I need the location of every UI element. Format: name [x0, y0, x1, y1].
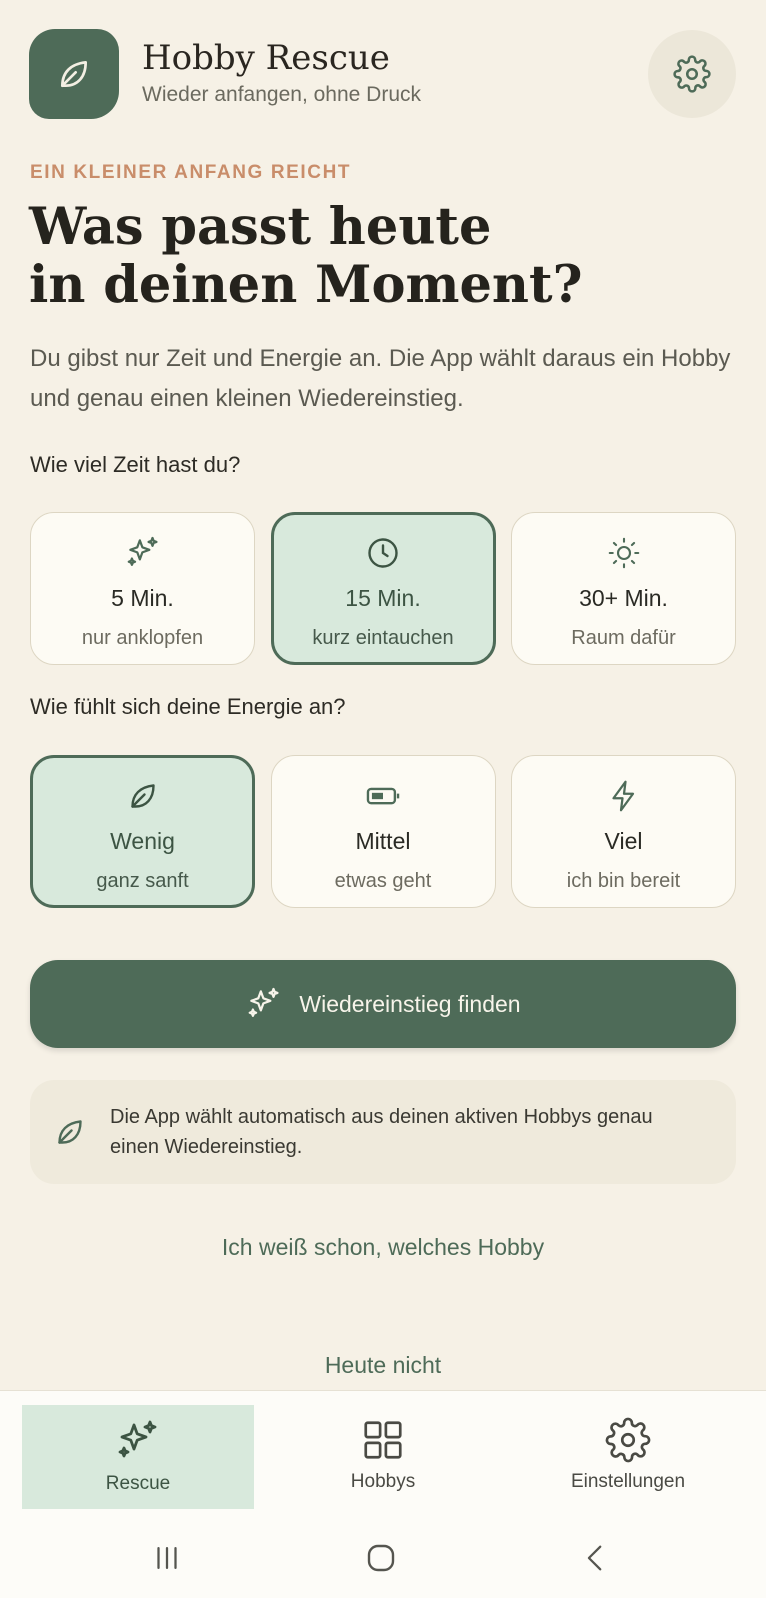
time-option-subtitle: kurz eintauchen [312, 627, 454, 649]
find-reentry-label: Wiedereinstieg finden [299, 990, 521, 1017]
settings-button[interactable] [648, 30, 736, 118]
energy-option-title: Viel [604, 828, 643, 854]
gear-icon [673, 55, 711, 93]
sparkles-icon [127, 536, 158, 566]
time-options: 5 Min. nur anklopfen 15 Min. kurz eintau… [30, 512, 736, 665]
time-section-label: Wie viel Zeit hast du? [30, 452, 241, 477]
choose-hobby-link[interactable]: Ich weiß schon, welches Hobby [0, 1234, 766, 1261]
nav-label-einstellungen: Einstellungen [570, 1471, 686, 1492]
leaf-icon [130, 784, 155, 808]
sun-icon [608, 537, 639, 569]
leaf-icon [61, 61, 87, 87]
app-subtitle: Wieder anfangen, ohne Druck [142, 83, 421, 106]
clock-icon [368, 538, 398, 568]
time-option-5-min[interactable]: 5 Min. nur anklopfen [30, 512, 255, 665]
sparkles-icon [249, 987, 279, 1017]
time-option-title: 30+ Min. [579, 585, 668, 611]
time-option-title: 15 Min. [345, 585, 421, 611]
energy-section-label: Wie fühlt sich deine Energie an? [30, 694, 346, 719]
bottom-nav: Rescue Hobbys Einstellungen [0, 1390, 766, 1520]
energy-option-subtitle: ich bin bereit [566, 870, 681, 892]
back-icon [587, 1545, 602, 1571]
leaf-icon [58, 1120, 82, 1144]
intro-text: Du gibst nur Zeit und Energie an. Die Ap… [30, 345, 731, 412]
energy-option-subtitle: etwas geht [334, 870, 432, 892]
page-title-line-2: in deinen Moment? [29, 255, 583, 315]
recent-apps-icon [157, 1546, 177, 1570]
app-logo [29, 29, 119, 119]
not-today-link[interactable]: Heute nicht [0, 1352, 766, 1379]
page-title-line-1: Was passt heute [29, 197, 492, 257]
eyebrow-label: EIN KLEINER ANFANG REICHT [30, 162, 352, 183]
grid-icon [364, 1421, 402, 1459]
gear-icon [605, 1417, 651, 1463]
nav-label-rescue: Rescue [105, 1473, 171, 1494]
sparkles-icon [118, 1420, 157, 1458]
recent-apps-button[interactable] [147, 1538, 187, 1578]
page-title: Was passt heute in deinen Moment? [29, 198, 729, 314]
system-nav-bar [0, 1520, 766, 1598]
energy-options: Wenig ganz sanft Mittel etwas geht Viel … [30, 755, 736, 908]
energy-option-title: Mittel [355, 828, 411, 854]
battery-icon [366, 787, 400, 805]
time-option-subtitle: Raum dafür [571, 627, 676, 649]
info-text: Die App wählt automatisch aus deinen akt… [110, 1106, 653, 1158]
time-option-30-min[interactable]: 30+ Min. Raum dafür [511, 512, 736, 665]
nav-item-rescue[interactable]: Rescue [22, 1405, 254, 1509]
bolt-icon [611, 780, 634, 812]
app-title: Hobby Rescue [142, 38, 390, 78]
energy-option-subtitle: ganz sanft [96, 870, 189, 892]
time-option-subtitle: nur anklopfen [81, 627, 204, 649]
energy-option-title: Wenig [110, 828, 175, 854]
back-button[interactable] [576, 1538, 616, 1578]
nav-label-hobbys: Hobbys [350, 1471, 416, 1492]
home-button[interactable] [361, 1538, 401, 1578]
home-icon [367, 1544, 395, 1572]
nav-item-einstellungen[interactable]: Einstellungen [512, 1405, 744, 1509]
energy-option-high[interactable]: Viel ich bin bereit [511, 755, 736, 908]
info-box: Die App wählt automatisch aus deinen akt… [30, 1080, 736, 1184]
time-option-title: 5 Min. [111, 585, 174, 611]
nav-item-hobbys[interactable]: Hobbys [267, 1405, 499, 1509]
energy-option-medium[interactable]: Mittel etwas geht [270, 755, 496, 908]
time-option-15-min[interactable]: 15 Min. kurz eintauchen [270, 512, 496, 665]
find-reentry-button[interactable]: Wiedereinstieg finden [30, 960, 736, 1048]
energy-option-low[interactable]: Wenig ganz sanft [30, 755, 255, 908]
